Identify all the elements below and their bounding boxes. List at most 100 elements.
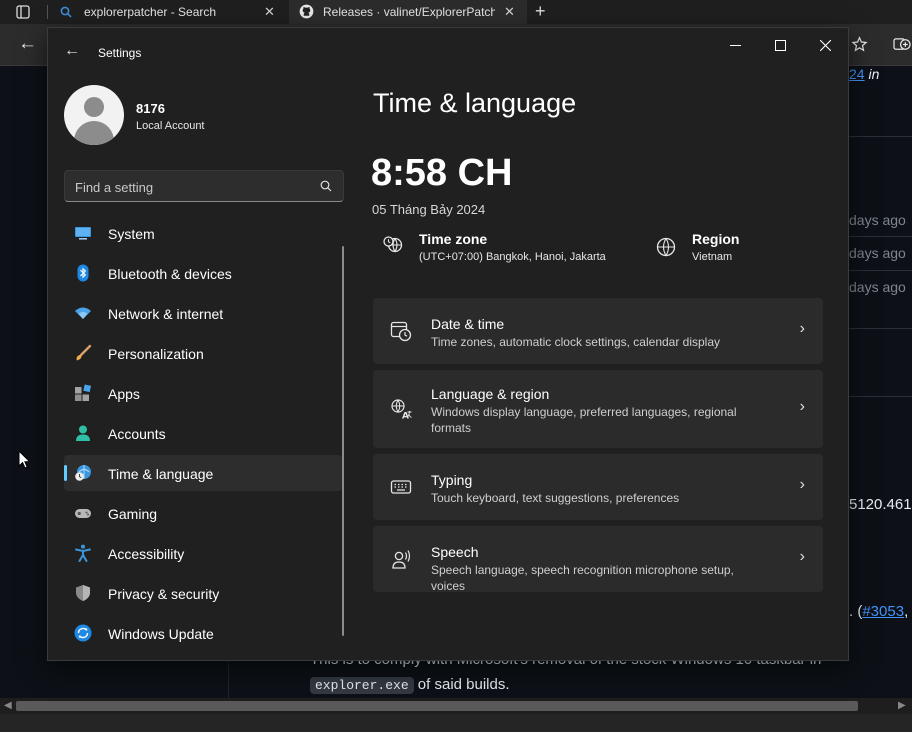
card-title: Language & region <box>431 386 550 402</box>
favorites-icon[interactable] <box>851 36 868 53</box>
card-subtitle: Windows display language, preferred lang… <box>431 405 737 435</box>
nav-label: Apps <box>108 386 140 402</box>
nav-item-time-language[interactable]: Time & language <box>64 455 342 491</box>
shield-icon <box>76 585 90 601</box>
nav-label: Network & internet <box>108 306 224 322</box>
apps-icon <box>75 384 92 401</box>
window-titlebar[interactable]: ← Settings <box>48 28 848 76</box>
collections-icon[interactable] <box>893 36 912 53</box>
search-icon[interactable] <box>319 179 333 193</box>
issue-link-snippet[interactable]: 24 in <box>849 66 879 82</box>
date-time-card[interactable]: Date & time Time zones, automatic clock … <box>373 298 823 364</box>
screen: explorerpatcher - Search ✕ Releases · va… <box>0 0 912 732</box>
github-icon <box>299 4 314 19</box>
nav-label: Accessibility <box>108 546 185 562</box>
nav-item-network[interactable]: Network & internet <box>64 295 342 331</box>
globe-icon <box>656 237 676 257</box>
tab-close-icon[interactable]: ✕ <box>264 5 275 18</box>
time-zone-icon <box>383 236 403 253</box>
close-button[interactable] <box>802 28 848 62</box>
release-age: days ago <box>849 245 906 261</box>
horizontal-scrollbar[interactable]: ◀ ▶ <box>0 698 912 714</box>
nav-item-privacy[interactable]: Privacy & security <box>64 575 342 611</box>
current-date: 05 Tháng Bảy 2024 <box>372 202 486 217</box>
language-icon: A <box>391 399 412 420</box>
settings-search-box[interactable] <box>64 170 344 202</box>
typing-card[interactable]: Typing Touch keyboard, text suggestions,… <box>373 454 823 520</box>
bluetooth-icon <box>77 264 89 282</box>
inline-code: explorer.exe <box>310 677 414 694</box>
nav-item-windows-update[interactable]: Windows Update <box>64 615 342 651</box>
speech-card[interactable]: Speech Speech language, speech recogniti… <box>373 526 823 593</box>
tab-search[interactable]: explorerpatcher - Search ✕ <box>50 0 287 24</box>
avatar-body <box>74 121 114 145</box>
windows-update-icon <box>74 624 92 642</box>
release-age: days ago <box>849 212 906 228</box>
accessibility-icon <box>75 544 91 562</box>
nav-item-personalization[interactable]: Personalization <box>64 335 342 371</box>
current-time: 8:58 CH <box>371 152 513 194</box>
avatar-head <box>84 97 104 117</box>
divider <box>848 270 912 271</box>
scroll-left-icon[interactable]: ◀ <box>4 700 12 711</box>
nav-item-apps[interactable]: Apps <box>64 375 342 411</box>
nav-item-system[interactable]: System <box>64 215 342 251</box>
window-title: Settings <box>98 46 142 60</box>
maximize-button[interactable] <box>757 28 803 62</box>
search-input[interactable] <box>75 178 310 196</box>
tab-close-icon[interactable]: ✕ <box>504 5 515 18</box>
nav-item-bluetooth[interactable]: Bluetooth & devices <box>64 255 342 291</box>
tab-label: Releases · valinet/ExplorerPatche <box>323 5 495 19</box>
settings-window: ← Settings 8176 Local Account System <box>47 27 849 661</box>
browser-tab-strip: explorerpatcher - Search ✕ Releases · va… <box>0 0 912 24</box>
new-tab-button[interactable]: + <box>535 1 546 22</box>
calendar-clock-icon <box>390 321 412 342</box>
mouse-cursor-icon <box>18 450 30 469</box>
divider <box>848 328 912 329</box>
speech-icon <box>392 550 411 569</box>
card-title: Speech <box>431 544 479 560</box>
nav-item-accounts[interactable]: Accounts <box>64 415 342 451</box>
nav-label: Windows Update <box>108 626 214 642</box>
time-zone-title: Time zone <box>419 231 488 247</box>
card-subtitle: Time zones, automatic clock settings, ca… <box>431 335 721 349</box>
divider <box>848 136 912 137</box>
chevron-right-icon: › <box>799 320 805 337</box>
nav-item-gaming[interactable]: Gaming <box>64 495 342 531</box>
nav-label: Accounts <box>108 426 166 442</box>
card-title: Typing <box>431 472 473 488</box>
nav-label: Gaming <box>108 506 158 522</box>
card-subtitle: Speech language, speech recognition micr… <box>431 563 734 593</box>
nav-label: Bluetooth & devices <box>108 266 232 282</box>
brush-icon <box>76 344 92 361</box>
avatar[interactable] <box>64 85 124 145</box>
nav-label: System <box>108 226 155 242</box>
chevron-right-icon: › <box>799 548 805 565</box>
bing-search-icon <box>60 6 72 18</box>
nav-label: Privacy & security <box>108 586 220 602</box>
scroll-right-icon[interactable]: ▶ <box>898 700 906 711</box>
tab-label: explorerpatcher - Search <box>84 5 217 19</box>
nav-item-accessibility[interactable]: Accessibility <box>64 535 342 571</box>
keyboard-icon <box>390 480 412 494</box>
time-zone-value: (UTC+07:00) Bangkok, Hanoi, Jakarta <box>419 251 606 263</box>
tab-actions-icon[interactable] <box>16 5 30 19</box>
time-language-icon <box>75 465 91 481</box>
taskbar-strip <box>0 714 912 732</box>
language-region-card[interactable]: A Language & region Windows display lang… <box>373 370 823 448</box>
page-title: Time & language <box>373 88 577 118</box>
settings-back-button[interactable]: ← <box>64 42 80 60</box>
settings-nav: System Bluetooth & devices Network & int… <box>64 215 342 655</box>
tab-releases[interactable]: Releases · valinet/ExplorerPatche ✕ <box>289 0 527 24</box>
close-icon <box>819 39 831 51</box>
maximize-icon <box>774 39 786 51</box>
nav-label: Time & language <box>108 466 214 482</box>
divider <box>848 396 912 397</box>
nav-scrollbar[interactable] <box>342 246 344 636</box>
minimize-button[interactable] <box>712 28 758 62</box>
divider <box>848 236 912 237</box>
chevron-right-icon: › <box>799 398 805 415</box>
back-arrow-icon[interactable]: ← <box>18 33 37 55</box>
tab-divider <box>47 5 48 19</box>
scrollbar-thumb[interactable] <box>16 701 858 711</box>
